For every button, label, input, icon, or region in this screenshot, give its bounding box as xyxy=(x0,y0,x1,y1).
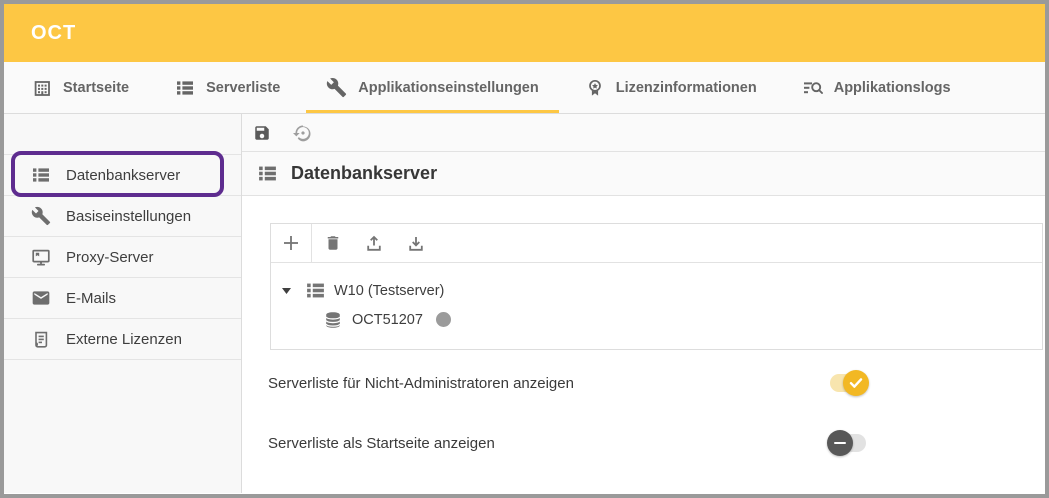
badge-icon xyxy=(585,78,605,98)
sidebar-item-datenbankserver[interactable]: Datenbankserver xyxy=(4,155,241,196)
status-dot xyxy=(436,312,451,327)
trash-icon xyxy=(324,234,342,252)
tree-node-label: OCT51207 xyxy=(352,312,423,328)
setting-label: Serverliste für Nicht-Administratoren an… xyxy=(268,375,574,392)
add-server-button[interactable] xyxy=(271,224,311,262)
toggle-serverlist-nonadmin[interactable] xyxy=(830,374,866,392)
toggle-serverlist-startpage[interactable] xyxy=(830,434,866,452)
list-icon xyxy=(257,163,278,184)
sidebar-item-label: Basiseinstellungen xyxy=(66,208,191,225)
upload-button[interactable] xyxy=(364,233,384,253)
list-icon xyxy=(31,165,51,185)
license-icon xyxy=(31,329,51,349)
sidebar-item-basiseinstellungen[interactable]: Basiseinstellungen xyxy=(4,196,241,237)
tab-applikationslogs[interactable]: Applikationslogs xyxy=(783,62,971,113)
tab-lizenzinformationen[interactable]: Lizenzinformationen xyxy=(565,62,777,113)
actions-toolbar xyxy=(242,114,1045,152)
building-icon xyxy=(32,78,52,98)
tab-bar: Startseite Serverliste Applikationseinst… xyxy=(4,62,1045,114)
download-icon xyxy=(406,233,426,253)
server-list-icon xyxy=(305,280,326,301)
minus-icon xyxy=(834,442,846,445)
download-button[interactable] xyxy=(406,233,426,253)
search-list-icon xyxy=(803,78,823,98)
tab-label: Lizenzinformationen xyxy=(616,80,757,96)
history-restore-button[interactable] xyxy=(293,123,313,143)
wrench-icon xyxy=(31,206,51,226)
tree-node-database[interactable]: OCT51207 xyxy=(271,305,1042,334)
plus-icon xyxy=(281,233,301,253)
main-content: Datenbankserver xyxy=(242,114,1045,493)
delete-server-button[interactable] xyxy=(324,234,342,252)
tab-label: Startseite xyxy=(63,80,129,96)
save-button[interactable] xyxy=(253,124,271,142)
monitor-icon xyxy=(31,247,51,267)
tab-label: Applikationseinstellungen xyxy=(358,80,538,96)
tree-toolbar xyxy=(271,224,1042,263)
app-header: OCT xyxy=(4,4,1045,62)
mail-icon xyxy=(31,288,51,308)
sidebar-item-label: Externe Lizenzen xyxy=(66,331,182,348)
app-title: OCT xyxy=(31,22,76,45)
settings-sidebar: Datenbankserver Basiseinstellungen Proxy… xyxy=(4,114,242,493)
tree-node-server[interactable]: W10 (Testserver) xyxy=(271,276,1042,305)
sidebar-spacer xyxy=(4,114,241,155)
wrench-icon xyxy=(326,77,347,98)
collapse-arrow-icon[interactable] xyxy=(282,288,291,294)
toggle-knob xyxy=(827,430,853,456)
database-server-panel: W10 (Testserver) OCT51207 xyxy=(270,223,1043,350)
setting-label: Serverliste als Startseite anzeigen xyxy=(268,435,495,452)
tab-startseite[interactable]: Startseite xyxy=(12,62,149,113)
upload-icon xyxy=(364,233,384,253)
tab-label: Serverliste xyxy=(206,80,280,96)
database-icon xyxy=(323,310,343,330)
tab-serverliste[interactable]: Serverliste xyxy=(155,62,300,113)
tab-label: Applikationslogs xyxy=(834,80,951,96)
check-icon xyxy=(849,377,863,389)
app-window: OCT Startseite Serverliste xyxy=(0,0,1049,498)
setting-row-serverlist-startpage: Serverliste als Startseite anzeigen xyxy=(242,428,1045,458)
sidebar-item-proxy-server[interactable]: Proxy-Server xyxy=(4,237,241,278)
sidebar-item-label: Proxy-Server xyxy=(66,249,154,266)
sidebar-item-label: E-Mails xyxy=(66,290,116,307)
sidebar-item-externe-lizenzen[interactable]: Externe Lizenzen xyxy=(4,319,241,360)
section-header: Datenbankserver xyxy=(242,152,1045,196)
sidebar-item-e-mails[interactable]: E-Mails xyxy=(4,278,241,319)
page-title: Datenbankserver xyxy=(291,163,437,184)
toggle-knob xyxy=(843,370,869,396)
setting-row-serverlist-nonadmin: Serverliste für Nicht-Administratoren an… xyxy=(242,368,1045,398)
tree-node-label: W10 (Testserver) xyxy=(334,283,444,299)
list-icon xyxy=(175,78,195,98)
tab-applikationseinstellungen[interactable]: Applikationseinstellungen xyxy=(306,62,558,113)
sidebar-item-label: Datenbankserver xyxy=(66,167,180,184)
server-tree: W10 (Testserver) OCT51207 xyxy=(271,263,1042,349)
